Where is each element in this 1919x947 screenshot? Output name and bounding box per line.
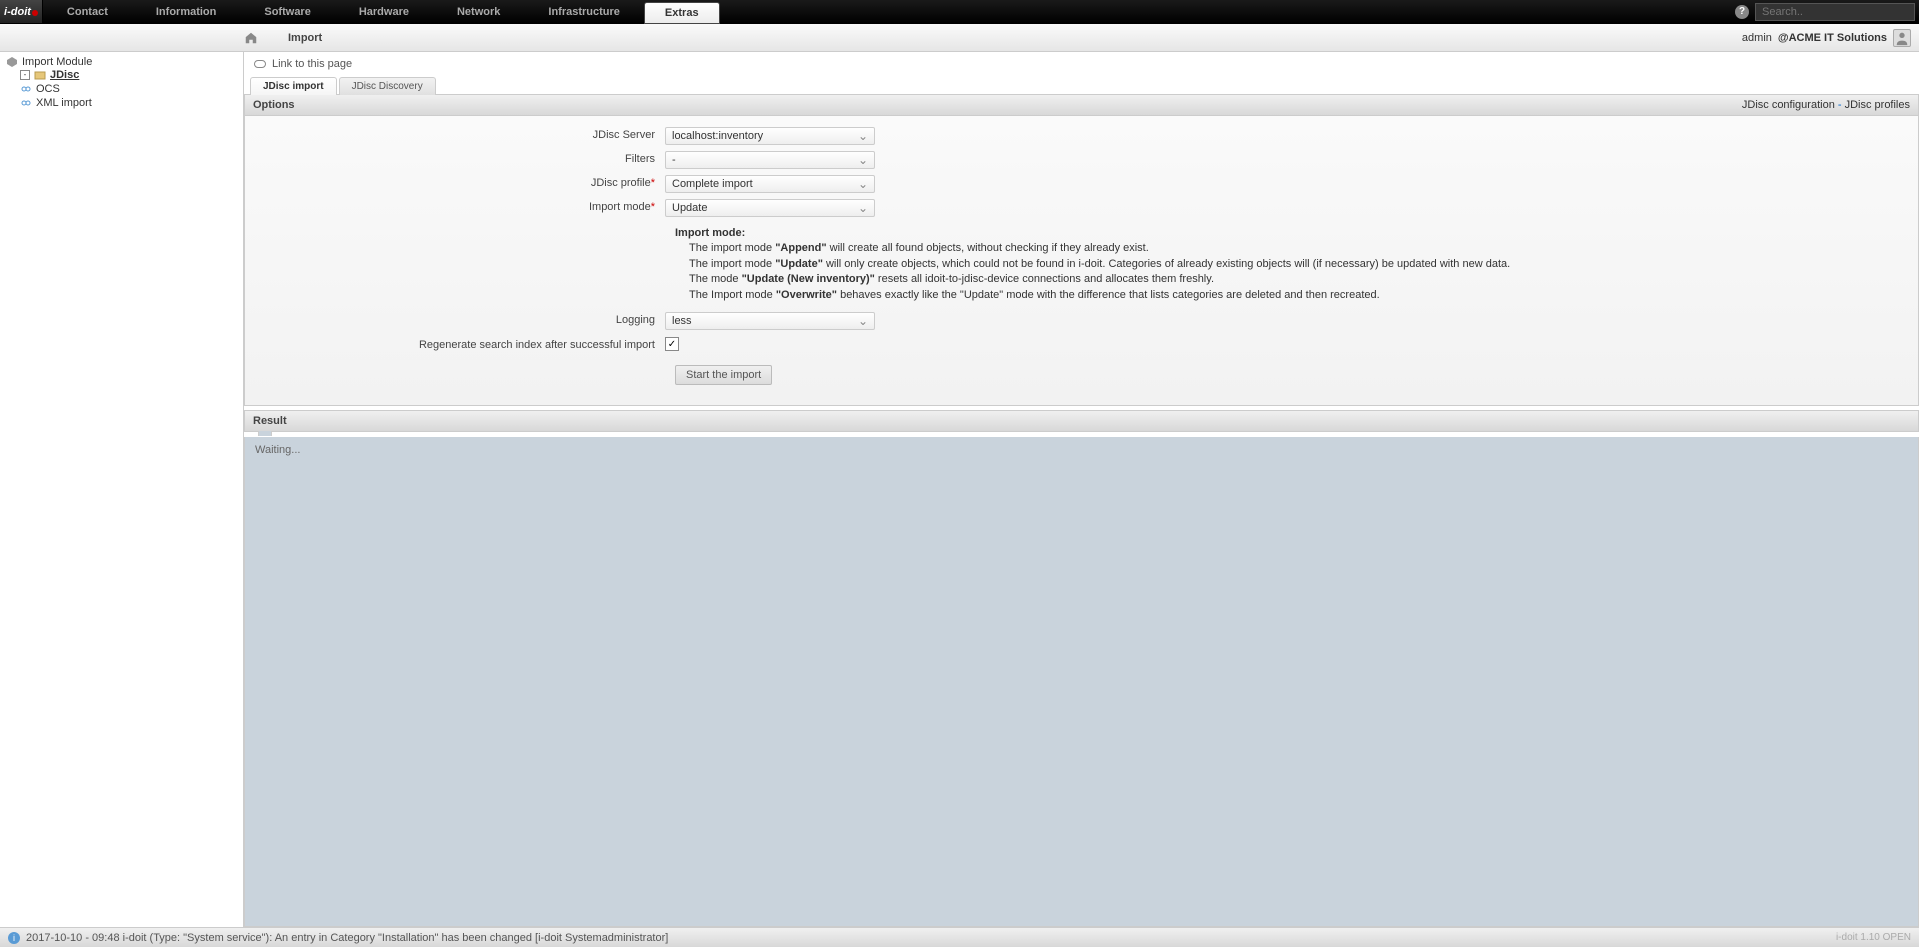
nav-contact[interactable]: Contact [43, 0, 132, 23]
logo-text: i-doit [4, 6, 31, 18]
chain-link-icon [254, 60, 266, 68]
nav-software[interactable]: Software [240, 0, 334, 23]
label-filters: Filters [625, 153, 655, 165]
link-jdisc-config[interactable]: JDisc configuration [1742, 99, 1835, 111]
folder-icon [34, 69, 46, 81]
avatar-icon[interactable] [1893, 29, 1911, 47]
nav-information[interactable]: Information [132, 0, 241, 23]
breadcrumb-page: Import [288, 32, 322, 44]
logo-dot-icon [32, 10, 38, 16]
result-area: Waiting... [244, 437, 1919, 927]
nav-extras[interactable]: Extras [644, 2, 720, 24]
link-icon [20, 97, 32, 109]
nav-network[interactable]: Network [433, 0, 524, 23]
mode-desc-header: Import mode: [675, 226, 1918, 241]
nav-items: Contact Information Software Hardware Ne… [43, 0, 720, 23]
start-import-button[interactable]: Start the import [675, 365, 772, 385]
label-logging: Logging [616, 314, 655, 326]
home-icon[interactable] [244, 31, 258, 45]
checkbox-regen-index[interactable]: ✓ [665, 337, 679, 351]
label-regen-index: Regenerate search index after successful… [419, 339, 655, 351]
label-import-mode: Import mode [589, 201, 651, 213]
result-notch [258, 431, 272, 436]
tab-jdisc-import[interactable]: JDisc import [250, 77, 337, 95]
options-links: JDisc configuration - JDisc profiles [1742, 99, 1910, 111]
label-jdisc-server: JDisc Server [593, 129, 655, 141]
status-bar: i 2017-10-10 - 09:48 i-doit (Type: "Syst… [0, 927, 1919, 947]
select-filters[interactable]: - [665, 151, 875, 169]
result-header: Result [244, 410, 1919, 432]
tenant-name: @ACME IT Solutions [1778, 32, 1887, 44]
sidebar-item-label: OCS [36, 83, 60, 95]
mode-desc-overwrite: The Import mode "Overwrite" behaves exac… [675, 288, 1918, 303]
version-text: i-doit 1.10 OPEN [1836, 932, 1911, 943]
select-jdisc-profile[interactable]: Complete import [665, 175, 875, 193]
select-jdisc-server[interactable]: localhost:inventory [665, 127, 875, 145]
user-name: admin [1742, 32, 1772, 44]
status-text: 2017-10-10 - 09:48 i-doit (Type: "System… [26, 932, 668, 944]
main-content: Link to this page JDisc import JDisc Dis… [244, 52, 1919, 927]
sidebar-item-jdisc[interactable]: - JDisc [20, 68, 237, 82]
link-bar: Link to this page [244, 52, 1919, 76]
select-logging[interactable]: less [665, 312, 875, 330]
form-panel: JDisc Server localhost:inventory Filters… [244, 116, 1919, 406]
top-navigation: i-doit Contact Information Software Hard… [0, 0, 1919, 24]
breadcrumb-bar: Import admin @ACME IT Solutions [0, 24, 1919, 52]
sidebar-item-ocs[interactable]: OCS [20, 82, 237, 96]
nav-right: ? [1735, 0, 1919, 23]
label-jdisc-profile: JDisc profile [591, 177, 651, 189]
tabs-row: JDisc import JDisc Discovery [244, 77, 1919, 95]
tab-jdisc-discovery[interactable]: JDisc Discovery [339, 77, 436, 95]
mode-desc-update-new: The mode "Update (New inventory)" resets… [675, 272, 1918, 287]
link-icon [20, 83, 32, 95]
mode-description: Import mode: The import mode "Append" wi… [675, 226, 1918, 303]
module-icon [6, 56, 18, 68]
help-icon[interactable]: ? [1735, 5, 1749, 19]
options-header: Options JDisc configuration - JDisc prof… [244, 94, 1919, 116]
user-info: admin @ACME IT Solutions [1742, 29, 1911, 47]
link-sep: - [1835, 99, 1845, 111]
sidebar-root: Import Module [6, 56, 237, 68]
mode-desc-update: The import mode "Update" will only creat… [675, 257, 1918, 272]
sidebar-root-label: Import Module [22, 56, 92, 68]
sidebar-item-label: JDisc [50, 69, 79, 81]
link-jdisc-profiles[interactable]: JDisc profiles [1845, 99, 1910, 111]
caret-icon[interactable]: - [20, 70, 30, 80]
search-input[interactable] [1755, 3, 1915, 21]
link-to-page[interactable]: Link to this page [272, 58, 352, 70]
nav-hardware[interactable]: Hardware [335, 0, 433, 23]
options-title: Options [253, 99, 295, 111]
logo[interactable]: i-doit [0, 0, 43, 23]
result-text: Waiting... [255, 444, 300, 456]
nav-infrastructure[interactable]: Infrastructure [524, 0, 644, 23]
sidebar: Import Module - JDisc OCS XML import [0, 52, 244, 927]
info-icon: i [8, 932, 20, 944]
sidebar-item-xml[interactable]: XML import [20, 96, 237, 110]
select-import-mode[interactable]: Update [665, 199, 875, 217]
mode-desc-append: The import mode "Append" will create all… [675, 241, 1918, 256]
sidebar-item-label: XML import [36, 97, 92, 109]
